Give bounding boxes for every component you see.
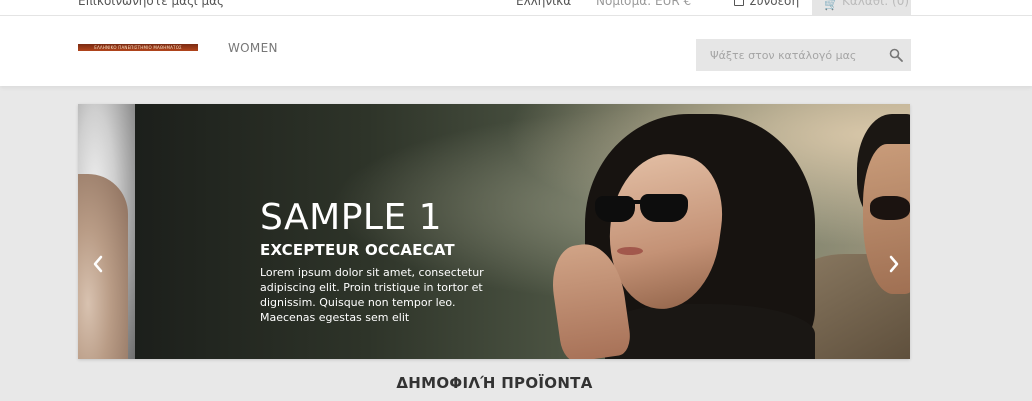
popular-products-heading: ΔΗΜΟΦΙΛΉ ΠΡΟΪΟΝΤΑ — [396, 374, 593, 392]
search-input[interactable] — [696, 39, 876, 71]
login-link[interactable]: Σύνδεση — [734, 0, 799, 8]
currency-selector[interactable]: Νόμισμα: EUR € — [596, 0, 691, 8]
top-bar: Επικοινωνήστε μαζί μας Ελληνικά Νόμισμα:… — [0, 0, 1032, 16]
language-selector[interactable]: Ελληνικά — [516, 0, 571, 8]
previous-slide-image — [78, 104, 135, 359]
site-logo[interactable]: ΕΛΛΗΝΙΚΟ ΠΑΝΕΠΙΣΤΗΜΙΟ ΜΑΘΗΜΑΤΟΣ — [78, 44, 198, 51]
slide-title: SAMPLE 1 — [260, 197, 443, 238]
homepage-slider: SAMPLE 1 EXCEPTEUR OCCAECAT Lorem ipsum … — [78, 104, 910, 359]
user-icon — [734, 0, 744, 6]
logo-text: ΕΛΛΗΝΙΚΟ ΠΑΝΕΠΙΣΤΗΜΙΟ ΜΑΘΗΜΑΤΟΣ — [94, 45, 182, 50]
chevron-right-icon[interactable] — [886, 254, 902, 274]
cart-button[interactable]: 🛒 Καλάθι: (0) — [812, 0, 911, 15]
login-label: Σύνδεση — [749, 0, 800, 8]
cart-icon: 🛒 — [824, 0, 838, 11]
contact-link[interactable]: Επικοινωνήστε μαζί μας — [78, 0, 224, 8]
chevron-left-icon[interactable] — [90, 254, 106, 274]
slide-subtitle: EXCEPTEUR OCCAECAT — [260, 241, 455, 259]
slide-caption: SAMPLE 1 EXCEPTEUR OCCAECAT Lorem ipsum … — [260, 197, 520, 325]
nav-item-women[interactable]: WOMEN — [228, 41, 278, 55]
search-box — [696, 39, 911, 71]
header: ΕΛΛΗΝΙΚΟ ΠΑΝΕΠΙΣΤΗΜΙΟ ΜΑΘΗΜΑΤΟΣ WOMEN — [0, 16, 1032, 86]
search-icon[interactable] — [889, 48, 903, 62]
cart-label: Καλάθι: (0) — [842, 0, 910, 8]
slide-image: SAMPLE 1 EXCEPTEUR OCCAECAT Lorem ipsum … — [135, 104, 910, 359]
slide-description: Lorem ipsum dolor sit amet, consectetur … — [260, 266, 484, 324]
